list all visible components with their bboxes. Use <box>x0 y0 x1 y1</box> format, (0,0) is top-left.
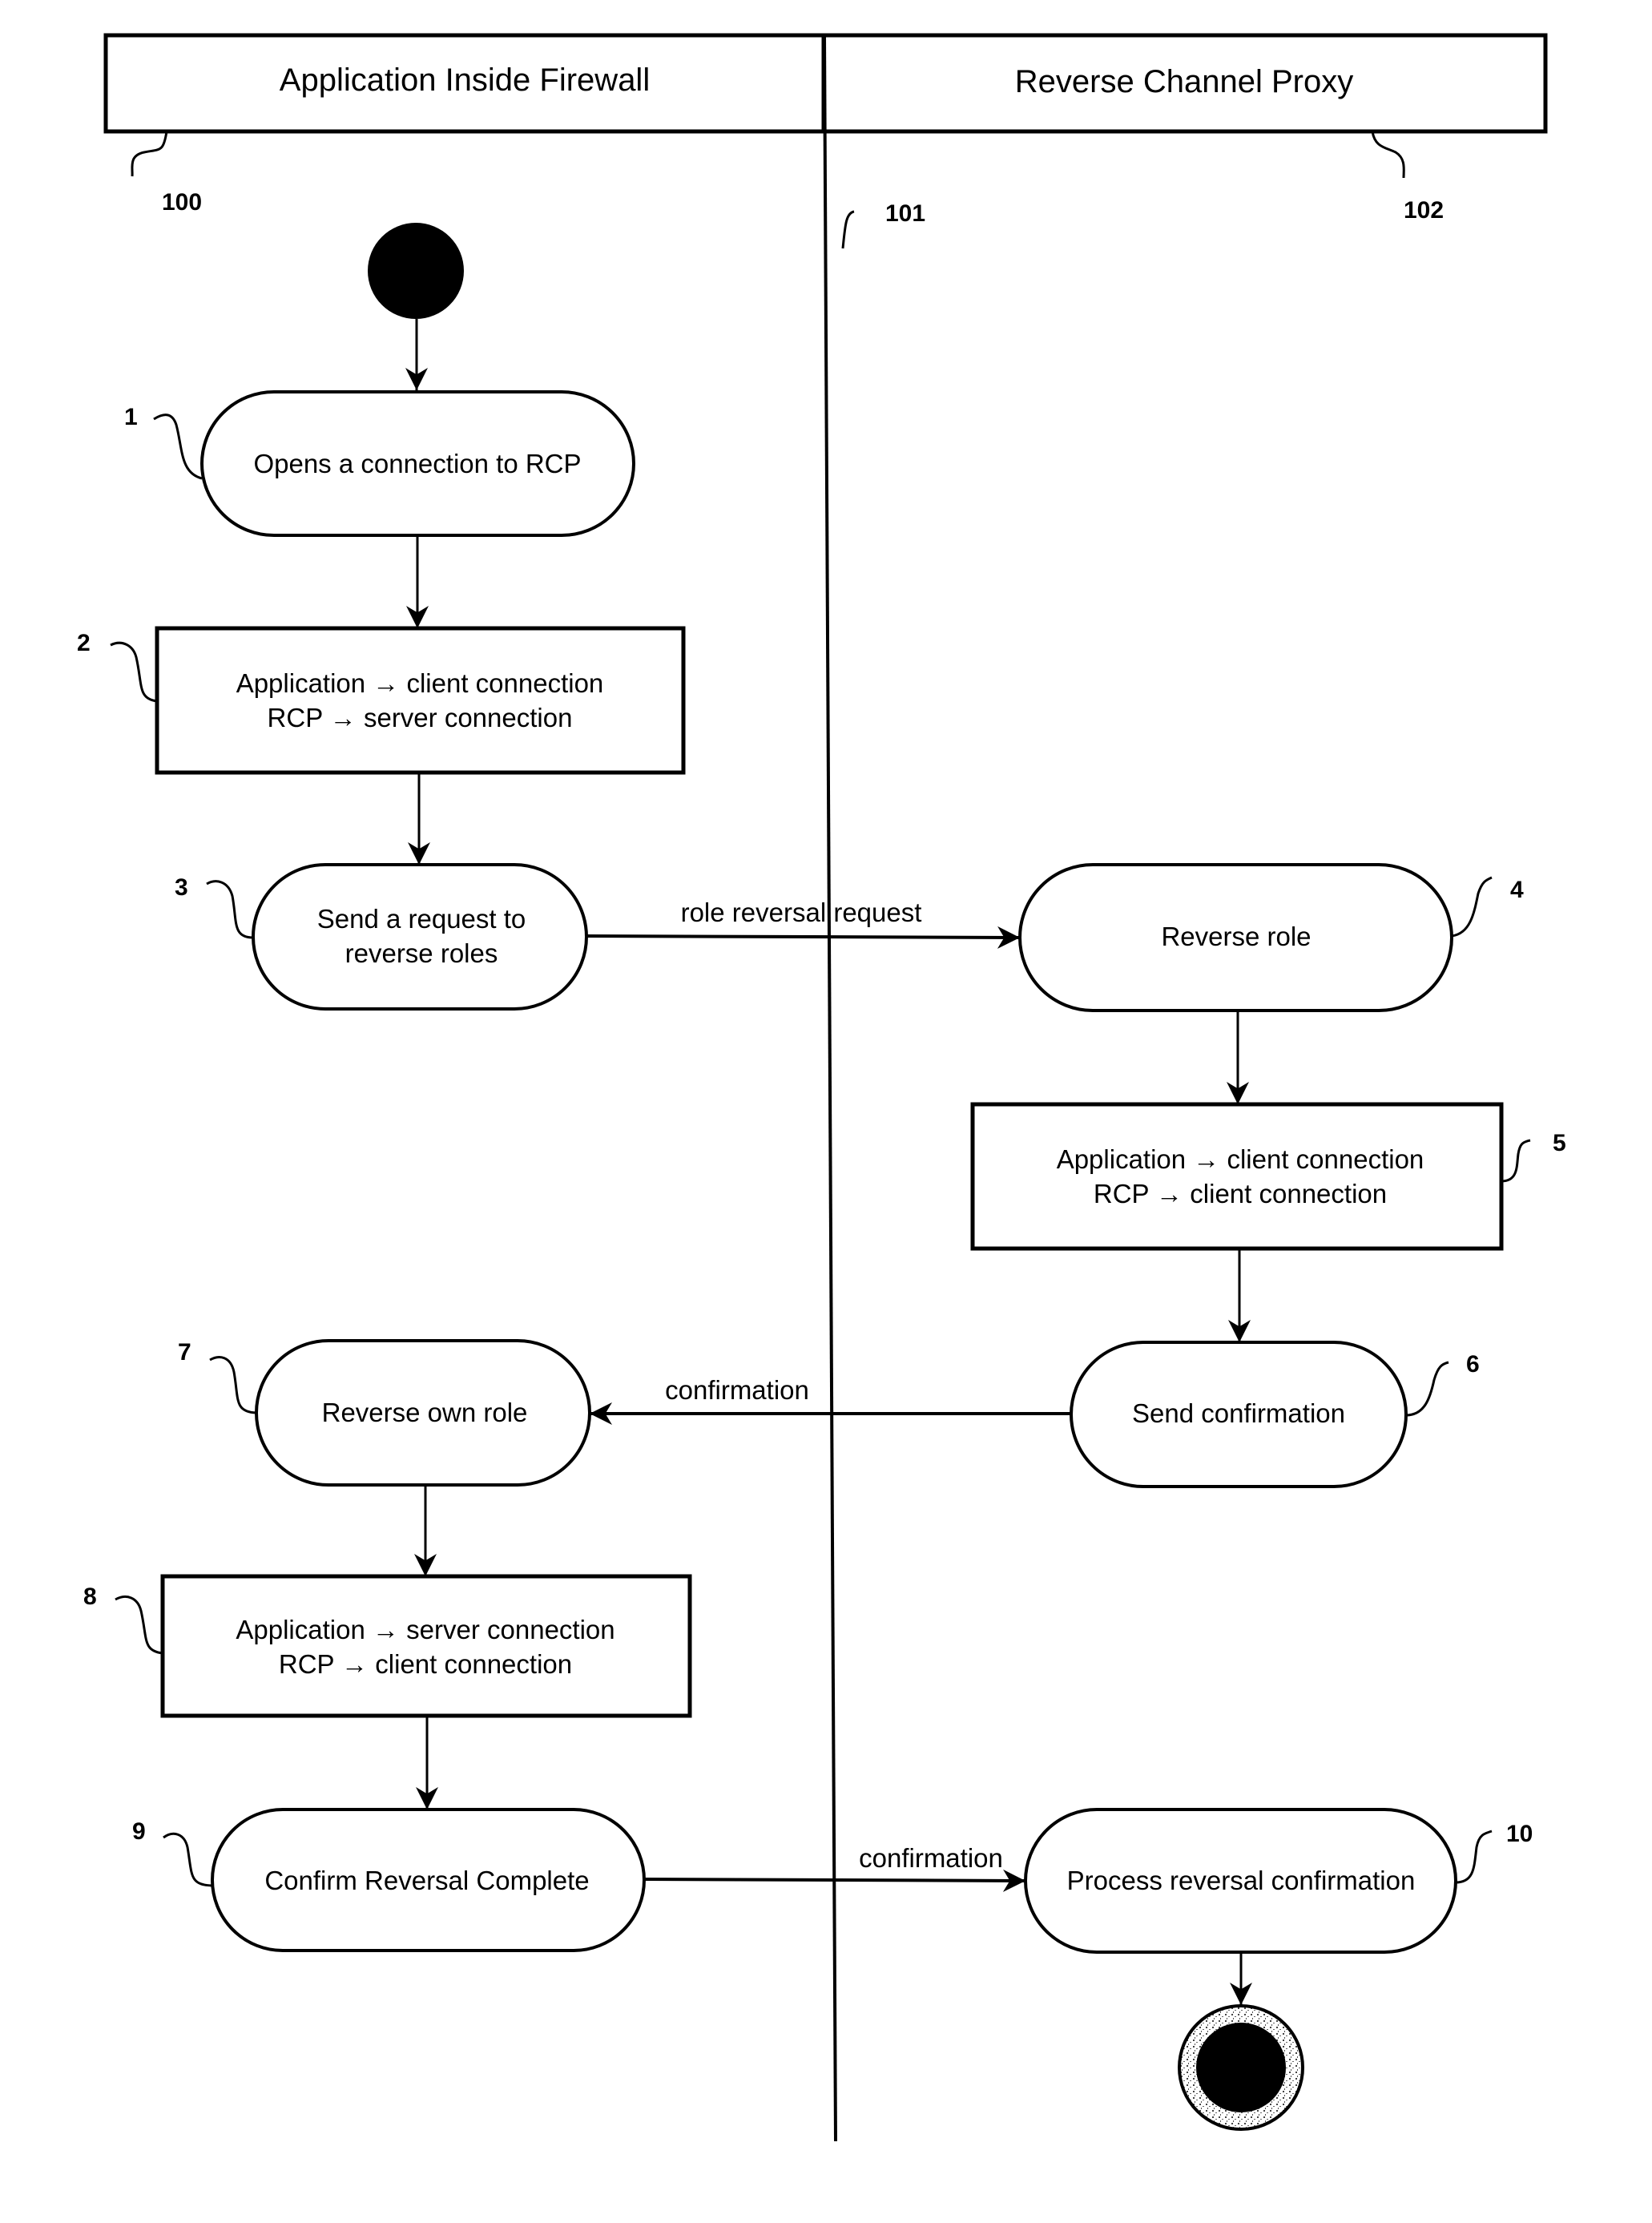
ref-label-102: 102 <box>1404 197 1444 224</box>
node-6-text: Send confirmation <box>1132 1398 1345 1428</box>
lane-title-rcp: Reverse Channel Proxy <box>1015 64 1353 99</box>
activity-node-10: Process reversal confirmation 10 <box>1024 1808 1533 1954</box>
edge-9-10 <box>643 1869 1026 1892</box>
node-1-text: Opens a connection to RCP <box>253 449 581 478</box>
ref-label-8: 8 <box>83 1584 97 1610</box>
ref-label-1: 1 <box>124 404 138 430</box>
node-3-line-1: Send a request to <box>317 904 526 934</box>
edge-label-confirmation-2: confirmation <box>859 1843 1003 1873</box>
node-2-line-2: RCP → server connection <box>268 703 573 732</box>
node-7-text: Reverse own role <box>322 1398 528 1427</box>
ref-label-2: 2 <box>77 630 91 656</box>
action-box-2: Application → client connection RCP → se… <box>77 626 686 775</box>
ref-leader-102 <box>1371 131 1405 179</box>
ref-leader-100 <box>131 131 168 177</box>
end-node <box>1178 2004 1304 2131</box>
ref-label-7: 7 <box>178 1339 191 1366</box>
activity-node-9: Confirm Reversal Complete 9 <box>132 1808 646 1952</box>
node-10-text: Process reversal confirmation <box>1067 1866 1416 1895</box>
node-5-line-1: Application → client connection <box>1057 1144 1424 1174</box>
ref-leader-101 <box>841 210 855 249</box>
ref-leader-4 <box>1451 876 1493 938</box>
ref-leader-8 <box>115 1596 163 1655</box>
lane-title-application: Application Inside Firewall <box>280 63 650 98</box>
node-9-text: Confirm Reversal Complete <box>264 1866 589 1895</box>
edge-label-confirmation-1: confirmation <box>665 1375 809 1405</box>
node-5-line-2: RCP → client connection <box>1094 1179 1387 1208</box>
edge-3-4 <box>586 926 1021 949</box>
ref-label-100: 100 <box>162 189 202 216</box>
activity-diagram: Application Inside Firewall Reverse Chan… <box>77 33 1566 2142</box>
activity-node-4: Reverse role 4 <box>1018 863 1524 1012</box>
start-node <box>368 223 464 319</box>
edge-label-role-reversal-request: role reversal request <box>681 898 922 927</box>
ref-leader-10 <box>1455 1830 1493 1884</box>
node-8-line-1: Application → server connection <box>236 1615 614 1644</box>
ref-label-10: 10 <box>1506 1821 1533 1847</box>
ref-label-4: 4 <box>1510 877 1524 903</box>
ref-leader-1 <box>153 414 203 480</box>
ref-leader-3 <box>206 880 254 939</box>
activity-node-6: Send confirmation 6 <box>1070 1341 1480 1488</box>
ref-label-6: 6 <box>1466 1351 1480 1378</box>
node-2-line-1: Application → client connection <box>236 668 604 698</box>
action-box-5: Application → client connection RCP → cl… <box>970 1102 1566 1251</box>
ref-leader-7 <box>209 1356 257 1414</box>
ref-label-3: 3 <box>175 874 188 901</box>
action-box-8: Application → server connection RCP → cl… <box>83 1574 692 1718</box>
activity-node-3: Send a request to reverse roles 3 <box>175 863 588 1011</box>
ref-label-9: 9 <box>132 1818 146 1845</box>
ref-label-101: 101 <box>885 200 925 227</box>
node-8-line-2: RCP → client connection <box>279 1649 572 1679</box>
node-4-text: Reverse role <box>1161 922 1311 951</box>
ref-leader-9 <box>163 1832 213 1887</box>
activity-node-7: Reverse own role 7 <box>178 1339 591 1487</box>
lane-divider <box>823 34 837 2142</box>
ref-leader-6 <box>1405 1361 1449 1417</box>
ref-leader-2 <box>110 641 158 703</box>
activity-node-1: Opens a connection to RCP 1 <box>124 390 635 537</box>
ref-leader-5 <box>1501 1139 1531 1183</box>
ref-label-5: 5 <box>1553 1130 1566 1156</box>
node-3-line-2: reverse roles <box>345 938 498 968</box>
